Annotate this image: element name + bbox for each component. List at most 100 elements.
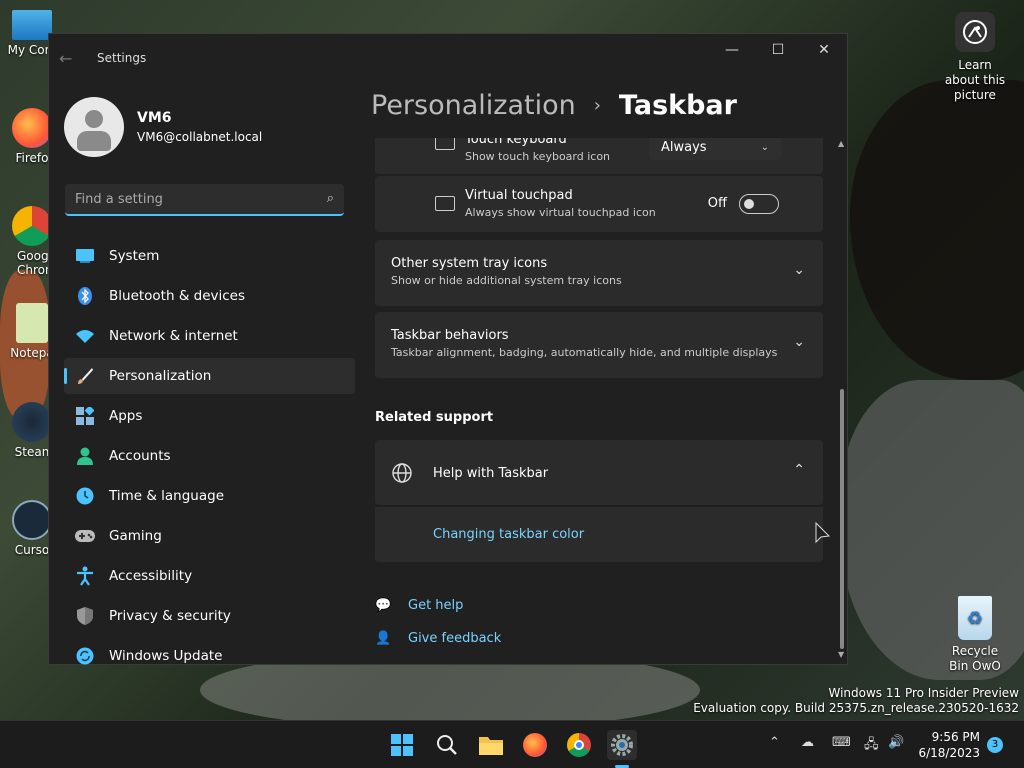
sidebar-item-privacy[interactable]: Privacy & security	[64, 598, 355, 634]
behaviors-title: Taskbar behaviors	[391, 328, 509, 343]
chrome-icon	[567, 733, 591, 757]
sidebar-item-time-language[interactable]: Time & language	[64, 478, 355, 514]
help-links-panel: Changing taskbar color	[375, 507, 823, 562]
network-tray-icon[interactable]: 🖧	[864, 735, 879, 757]
clock-date: 6/18/2023	[918, 746, 980, 760]
help-chat-icon: 💬	[375, 598, 392, 613]
volume-icon[interactable]: 🔊	[888, 735, 904, 750]
background-decoration	[850, 80, 1024, 380]
virtual-touchpad-title: Virtual touchpad	[465, 188, 573, 203]
sidebar-item-system[interactable]: System	[64, 238, 355, 274]
scroll-down-icon[interactable]: ▼	[838, 650, 844, 659]
keyboard-icon	[435, 138, 455, 150]
system-icon	[74, 246, 96, 266]
keyboard-tray-icon[interactable]: ⌨	[832, 735, 851, 750]
sidebar: VM6 VM6@collabnet.local ⌕ System Bluetoo…	[49, 82, 359, 666]
back-arrow-icon[interactable]: ←	[59, 49, 89, 68]
chevron-down-icon: ⌄	[793, 334, 805, 350]
sidebar-item-bluetooth[interactable]: Bluetooth & devices	[64, 278, 355, 314]
mouse-cursor-icon	[815, 522, 831, 544]
chevron-up-icon: ⌃	[793, 462, 805, 478]
sidebar-item-accessibility[interactable]: Accessibility	[64, 558, 355, 594]
breadcrumb: Personalization › Taskbar	[371, 90, 737, 121]
sidebar-item-accounts[interactable]: Accounts	[64, 438, 355, 474]
breadcrumb-parent[interactable]: Personalization	[371, 90, 576, 121]
bluetooth-icon	[74, 286, 96, 306]
sidebar-item-windows-update[interactable]: Windows Update	[64, 638, 355, 674]
gaming-icon	[74, 526, 96, 546]
toggle-state-label: Off	[707, 196, 727, 211]
search-icon	[437, 735, 457, 755]
settings-scroll-area[interactable]: Touch keyboard Show touch keyboard icon …	[375, 138, 825, 666]
file-explorer-button[interactable]	[476, 730, 506, 760]
other-tray-title: Other system tray icons	[391, 256, 548, 271]
time-language-icon	[74, 486, 96, 506]
help-with-taskbar-row[interactable]: Help with Taskbar ⌃	[375, 440, 823, 506]
sidebar-item-personalization[interactable]: Personalization	[64, 358, 355, 394]
search-box: ⌕	[65, 184, 344, 216]
learn-about-picture[interactable]: Learn about this picture	[935, 12, 1015, 103]
window-controls: — ☐ ✕	[709, 34, 847, 66]
shield-icon	[74, 606, 96, 626]
minimize-button[interactable]: —	[709, 34, 755, 66]
profile-name: VM6	[137, 110, 172, 126]
notepad-icon	[16, 303, 48, 343]
user-profile[interactable]: VM6 VM6@collabnet.local	[49, 82, 359, 172]
scroll-up-icon[interactable]: ▲	[838, 139, 844, 148]
scrollbar-thumb[interactable]	[840, 389, 844, 649]
search-button[interactable]	[432, 730, 462, 760]
other-tray-subtitle: Show or hide additional system tray icon…	[391, 274, 622, 287]
search-input[interactable]	[65, 184, 344, 214]
settings-icon	[611, 734, 633, 756]
tray-overflow-chevron-icon[interactable]: ⌃	[769, 735, 780, 750]
file-explorer-icon	[479, 737, 503, 755]
taskbar-behaviors-row[interactable]: Taskbar behaviors Taskbar alignment, bad…	[375, 312, 823, 378]
accessibility-icon	[74, 566, 96, 586]
firefox-icon	[523, 733, 547, 757]
close-button[interactable]: ✕	[801, 34, 847, 66]
settings-taskbar-button[interactable]	[607, 730, 637, 760]
settings-window: ← Settings — ☐ ✕ VM6 VM6@collabnet.local…	[48, 33, 848, 665]
scrollbar[interactable]: ▲ ▼	[838, 139, 846, 659]
chevron-down-icon: ⌄	[793, 262, 805, 278]
clock[interactable]: 9:56 PM 6/18/2023	[918, 729, 980, 761]
get-help-link[interactable]: 💬 Get help	[375, 598, 463, 613]
avatar	[64, 97, 124, 157]
desktop-icon-recycle-bin[interactable]: ♻ Recycle Bin OwO	[935, 596, 1015, 674]
nav-menu: System Bluetooth & devices Network & int…	[49, 238, 359, 674]
title-bar: ← Settings — ☐ ✕	[49, 34, 847, 82]
sidebar-item-gaming[interactable]: Gaming	[64, 518, 355, 554]
firefox-icon	[12, 108, 52, 148]
maximize-button[interactable]: ☐	[755, 34, 801, 66]
taskbar: ⌃ ☁ ⌨ 🖧 🔊 9:56 PM 6/18/2023 3	[0, 720, 1024, 768]
search-icon[interactable]: ⌕	[327, 191, 334, 206]
chrome-icon	[12, 206, 52, 246]
profile-email: VM6@collabnet.local	[137, 130, 263, 144]
sidebar-item-network[interactable]: Network & internet	[64, 318, 355, 354]
firefox-taskbar-button[interactable]	[520, 730, 550, 760]
window-title: Settings	[97, 51, 147, 65]
start-icon	[391, 734, 413, 756]
virtual-touchpad-toggle[interactable]	[739, 194, 779, 214]
behaviors-subtitle: Taskbar alignment, badging, automaticall…	[391, 346, 778, 359]
chevron-down-icon: ⌄	[760, 141, 769, 153]
changing-taskbar-color-link[interactable]: Changing taskbar color	[433, 527, 584, 542]
wifi-icon	[74, 326, 96, 346]
chrome-taskbar-button[interactable]	[564, 730, 594, 760]
clock-time: 9:56 PM	[931, 730, 980, 744]
onedrive-icon[interactable]: ☁	[801, 735, 814, 750]
notification-badge[interactable]: 3	[987, 737, 1003, 753]
apps-icon	[74, 406, 96, 426]
feedback-icon: 👤	[375, 631, 392, 646]
main-content: Personalization › Taskbar Touch keyboard…	[359, 82, 848, 666]
related-support-heading: Related support	[375, 410, 494, 425]
other-tray-icons-row[interactable]: Other system tray icons Show or hide add…	[375, 240, 823, 306]
start-button[interactable]	[387, 730, 417, 760]
touch-keyboard-dropdown[interactable]: Always ⌄	[649, 138, 781, 160]
accounts-icon	[74, 446, 96, 466]
sidebar-item-apps[interactable]: Apps	[64, 398, 355, 434]
give-feedback-link[interactable]: 👤 Give feedback	[375, 631, 501, 646]
monitor-icon	[12, 10, 52, 40]
breadcrumb-separator: ›	[593, 95, 601, 116]
touch-keyboard-subtitle: Show touch keyboard icon	[465, 150, 611, 163]
